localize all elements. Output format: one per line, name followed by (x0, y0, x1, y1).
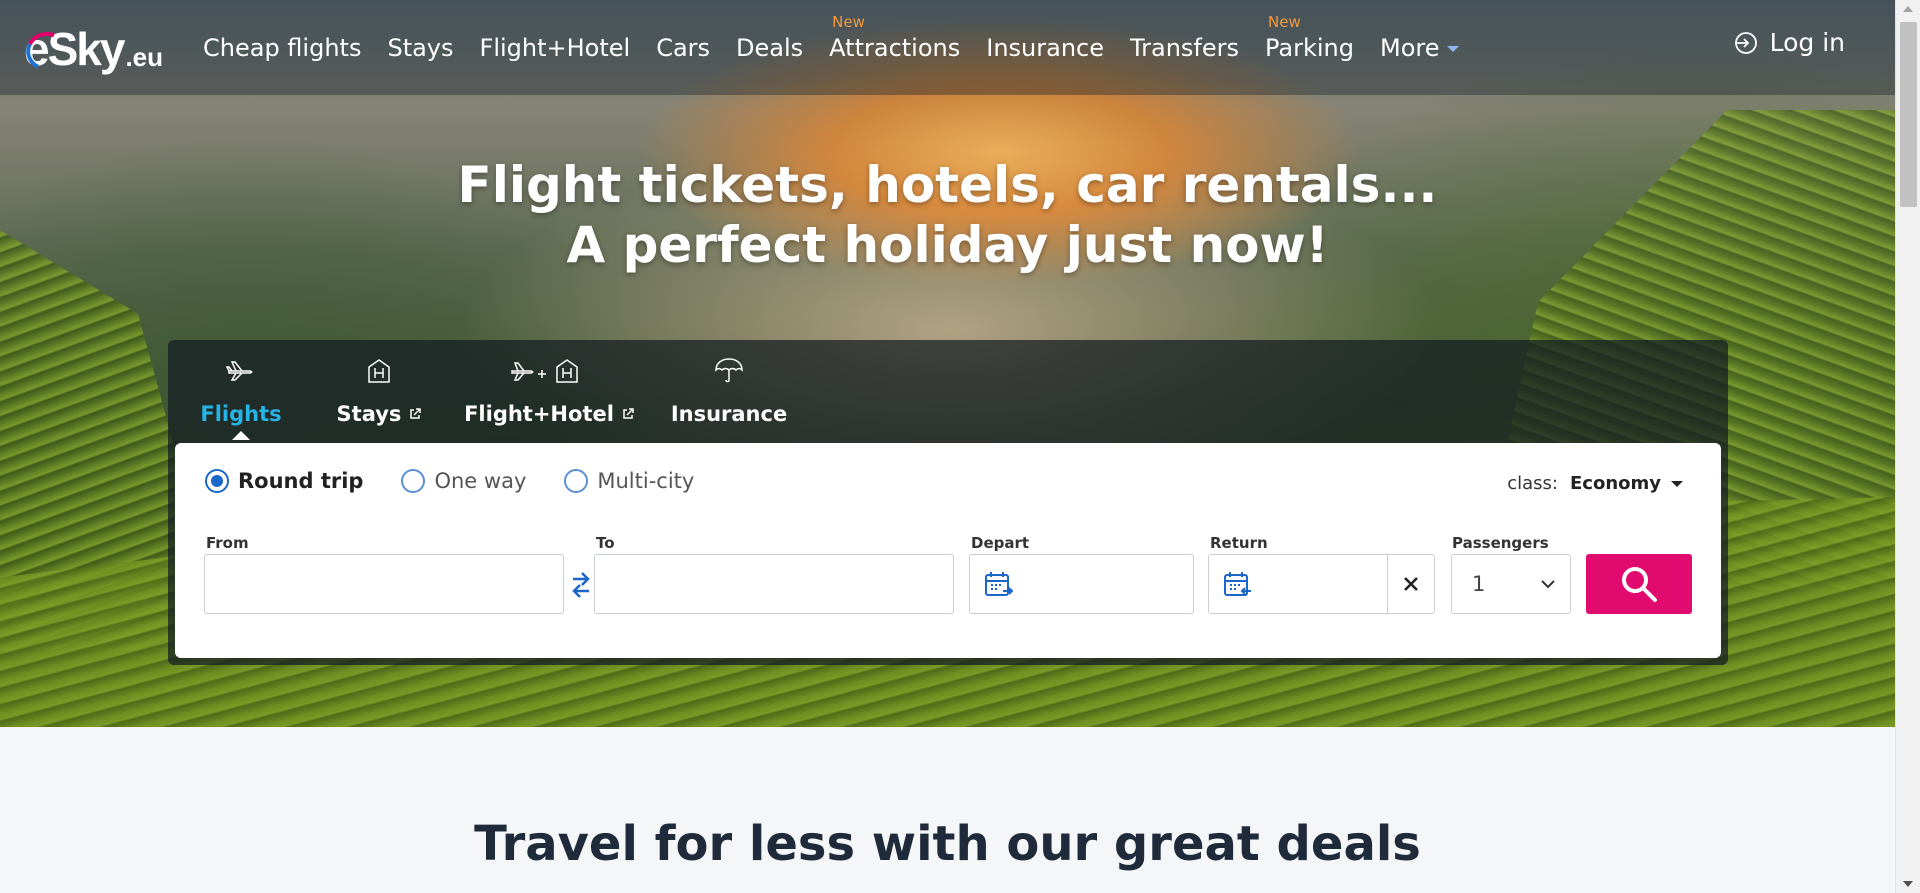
new-badge: New (832, 12, 865, 31)
logo-suffix-text: .eu (125, 42, 164, 72)
main-nav: Cheap flights Stays Flight+Hotel Cars De… (190, 0, 1472, 95)
radio-round-trip[interactable]: Round trip (205, 469, 363, 493)
nav-item-cars[interactable]: Cars (656, 34, 710, 62)
passengers-label: Passengers (1452, 534, 1549, 552)
tab-label: Insurance (670, 402, 788, 426)
caret-down-icon (1447, 45, 1460, 52)
nav-item-more[interactable]: More (1380, 34, 1460, 62)
login-label: Log in (1769, 28, 1845, 57)
scrollbar-thumb[interactable] (1900, 22, 1917, 207)
search-tabs: Flights Stays Flight+Hotel Insurance (168, 340, 788, 440)
swap-icon (572, 572, 590, 598)
new-badge: New (1268, 12, 1301, 31)
top-navigation: eSky .eu Cheap flights Stays Flight+Hote… (0, 0, 1895, 95)
esky-logo[interactable]: eSky .eu (24, 22, 163, 72)
umbrella-icon (714, 354, 744, 388)
depart-label: Depart (971, 534, 1030, 552)
nav-item-label: Transfers (1129, 33, 1239, 62)
clear-return-button[interactable] (1387, 554, 1435, 614)
tab-label: Flight+Hotel (464, 402, 614, 426)
passengers-select[interactable]: 1 (1451, 554, 1571, 614)
class-label: class: (1507, 473, 1558, 494)
calendar-depart-icon (985, 572, 1014, 596)
depart-field[interactable] (969, 554, 1194, 614)
hotel-icon (365, 354, 393, 388)
swap-airports-button[interactable] (570, 567, 592, 603)
radio-label: Multi-city (597, 469, 695, 493)
passengers-value: 1 (1472, 572, 1486, 596)
from-label: From (206, 534, 249, 552)
scroll-down-arrow-icon[interactable] (1903, 881, 1913, 887)
nav-item-cheap-flights[interactable]: Cheap flights (203, 34, 361, 62)
nav-item-label: Stays (387, 33, 454, 62)
nav-item-stays[interactable]: Stays (387, 34, 453, 62)
nav-item-label: Cars (656, 33, 711, 62)
plane-hotel-icon (509, 354, 589, 388)
to-input[interactable] (595, 555, 953, 613)
page-scrollbar[interactable] (1895, 0, 1920, 893)
external-link-icon (410, 408, 422, 419)
nav-item-label: Attractions (829, 33, 961, 62)
nav-item-label: Flight+Hotel (479, 33, 631, 62)
nav-item-deals[interactable]: Deals (736, 34, 803, 62)
cabin-class-select[interactable]: class: Economy (1507, 473, 1683, 494)
headline-line-2: A perfect holiday just now! (566, 216, 1329, 274)
radio-label: One way (434, 469, 527, 493)
radio-dot (205, 469, 229, 493)
radio-dot (401, 469, 426, 493)
nav-item-label: Deals (736, 33, 804, 62)
deals-section-title: Travel for less with our great deals (474, 816, 1421, 872)
close-icon (1404, 577, 1418, 591)
to-label: To (596, 534, 615, 552)
return-field[interactable] (1208, 554, 1388, 614)
search-panel: Flights Stays Flight+Hotel Insurance Rou… (168, 340, 1728, 665)
radio-dot (564, 469, 589, 493)
logo-main-text: eSky (24, 23, 125, 75)
from-input[interactable] (205, 555, 563, 613)
tab-insurance[interactable]: Insurance (670, 340, 788, 426)
nav-item-insurance[interactable]: Insurance (986, 34, 1104, 62)
tab-flight-hotel[interactable]: Flight+Hotel (464, 340, 634, 426)
from-field-box (204, 554, 564, 614)
search-icon (1622, 567, 1657, 602)
tab-flights[interactable]: Flights (200, 340, 282, 440)
tab-stays[interactable]: Stays (329, 340, 429, 426)
plane-icon (226, 354, 256, 388)
nav-item-label: Cheap flights (203, 33, 362, 62)
radio-label: Round trip (238, 469, 364, 493)
return-label: Return (1210, 534, 1268, 552)
tab-label: Flights (200, 402, 282, 426)
calendar-return-icon (1224, 572, 1251, 596)
tab-label: Stays (336, 402, 402, 426)
login-button[interactable]: Log in (1734, 28, 1845, 57)
nav-item-attractions[interactable]: New Attractions (829, 13, 961, 62)
radio-one-way[interactable]: One way (401, 469, 526, 493)
nav-item-flight-hotel[interactable]: Flight+Hotel (480, 34, 631, 62)
external-link-icon (623, 408, 634, 419)
caret-down-icon (1671, 480, 1683, 487)
nav-item-label: More (1379, 33, 1440, 62)
radio-multi-city[interactable]: Multi-city (564, 469, 694, 493)
chevron-down-icon (1541, 580, 1555, 589)
trip-type-group: Round trip One way Multi-city (205, 469, 732, 493)
hero-headline: Flight tickets, hotels, car rentals... A… (0, 155, 1895, 275)
login-icon (1734, 31, 1757, 54)
nav-item-label: Parking (1265, 33, 1354, 62)
to-field-box (594, 554, 954, 614)
nav-item-label: Insurance (986, 33, 1104, 62)
flight-search-form: Round trip One way Multi-city class: Eco… (175, 443, 1721, 658)
scroll-up-arrow-icon[interactable] (1903, 6, 1913, 12)
class-value: Economy (1569, 473, 1661, 494)
nav-item-parking[interactable]: New Parking (1265, 13, 1354, 62)
nav-item-transfers[interactable]: Transfers (1130, 34, 1239, 62)
search-button[interactable] (1586, 554, 1692, 614)
headline-line-1: Flight tickets, hotels, car rentals... (457, 156, 1438, 214)
